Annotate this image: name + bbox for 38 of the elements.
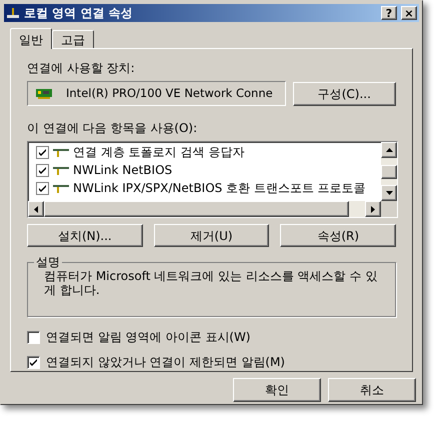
checkbox[interactable]	[36, 146, 49, 158]
button[interactable]: 구성(C)...	[292, 82, 396, 106]
items-label: 이 연결에 다음 항목을 사용(O):	[27, 120, 198, 137]
scroll-thumb[interactable]	[381, 164, 397, 178]
device-name: Intel(R) PRO/100 VE Network Conne	[66, 84, 273, 102]
network-card-icon	[36, 88, 52, 98]
button[interactable]: 설치(N)...	[27, 224, 143, 247]
checkbox[interactable]	[36, 164, 49, 176]
close-button[interactable]: ×	[401, 6, 417, 20]
group-title: 설명	[34, 254, 62, 270]
vertical-scrollbar[interactable]	[381, 142, 397, 201]
checkbox-label: 연결되면 알림 영역에 아이콘 표시(W)	[46, 329, 250, 346]
tab[interactable]: 일반	[10, 28, 52, 49]
button[interactable]: 취소	[328, 378, 416, 402]
device-label: 연결에 사용할 장치:	[27, 60, 136, 77]
tab[interactable]: 고급	[52, 30, 94, 48]
list-item-text: NWLink IPX/SPX/NetBIOS 호환 트랜스포트 프로토콜	[73, 180, 366, 197]
scroll-right-icon[interactable]	[365, 201, 381, 217]
button[interactable]: 확인	[233, 378, 321, 402]
network-icon	[6, 7, 20, 19]
button[interactable]: 제거(U)	[154, 224, 270, 247]
help-button[interactable]: ?	[381, 6, 397, 20]
window-title: 로컬 영역 연결 속성	[24, 5, 134, 22]
scroll-down-icon[interactable]	[381, 185, 397, 201]
protocol-icon	[53, 165, 69, 175]
list-item-text: NWLink NetBIOS	[73, 162, 172, 179]
scroll-left-icon[interactable]	[28, 201, 44, 217]
description-text: 컴퓨터가 Microsoft 네트워크에 있는 리소스를 액세스할 수 있게 합니다.	[44, 269, 378, 297]
scroll-up-icon[interactable]	[381, 142, 397, 158]
checkbox[interactable]	[36, 182, 49, 194]
button[interactable]: 속성(R)	[280, 224, 396, 247]
list-item-text: 연결 계층 토폴로지 검색 응답자	[73, 144, 244, 161]
checkbox-label: 연결되지 않았거나 연결이 제한되면 알림(M)	[46, 354, 285, 371]
checkbox[interactable]	[27, 356, 40, 368]
protocol-icon	[53, 147, 69, 157]
protocol-icon	[53, 183, 69, 193]
check-mark-icon	[29, 358, 38, 366]
checkbox[interactable]	[27, 330, 40, 344]
